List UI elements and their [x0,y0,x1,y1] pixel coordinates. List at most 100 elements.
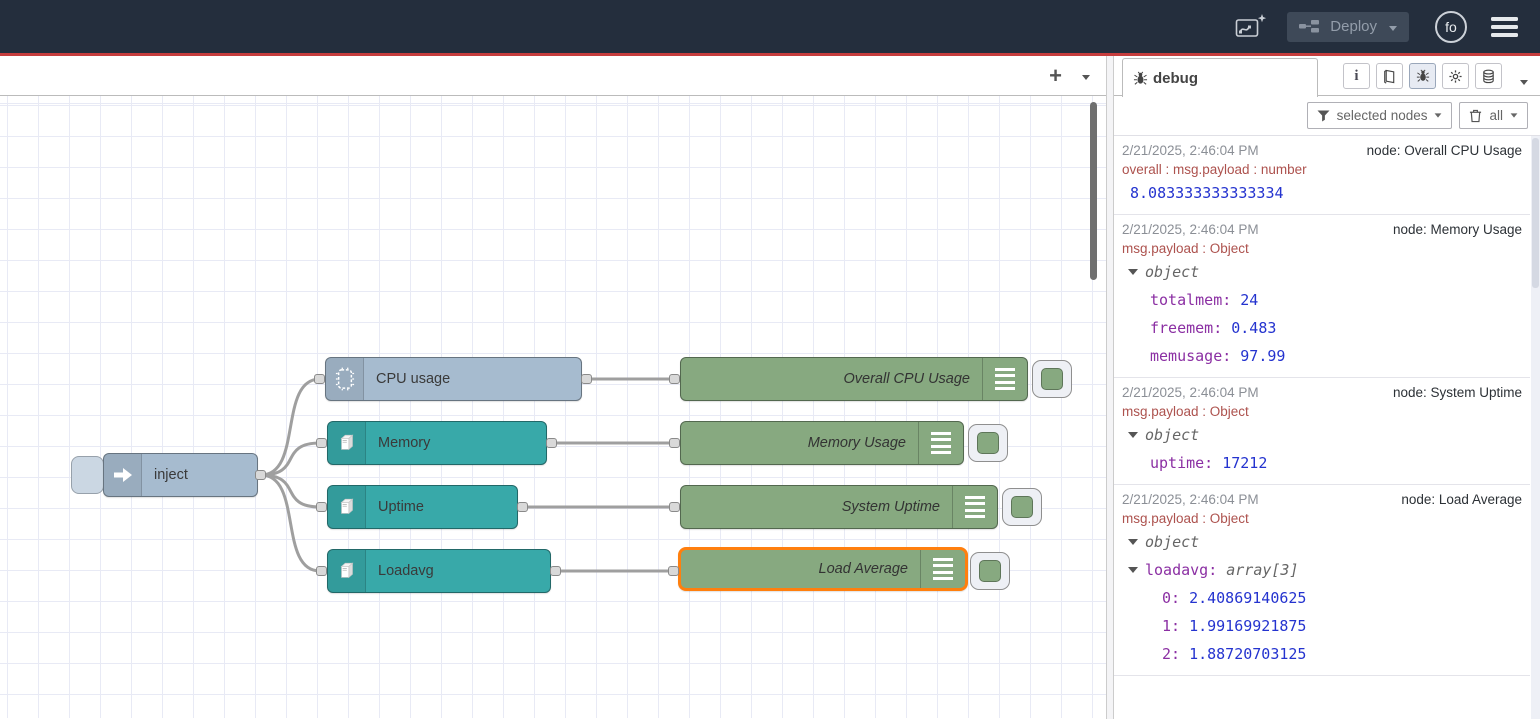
debug-enable-toggle[interactable] [968,424,1008,462]
inject-trigger-button[interactable] [71,456,104,494]
tab-context-button[interactable] [1475,63,1502,89]
info-icon: i [1354,68,1358,85]
node-label: CPU usage [364,358,581,400]
object-type: object [1145,258,1199,286]
object-key: uptime: [1150,449,1213,477]
input-port[interactable] [669,502,680,512]
collapse-caret-icon[interactable] [1128,432,1138,438]
add-flow-button[interactable]: + [1049,66,1062,86]
sidebar-scrollbar[interactable] [1531,136,1540,719]
message-source-node: node: Load Average [1401,490,1522,510]
gear-icon [1448,69,1463,84]
input-port[interactable] [669,374,680,384]
tab-debug-button[interactable] [1409,63,1436,89]
debug-console-icon [920,550,965,588]
node-debug-overall-cpu[interactable]: Overall CPU Usage [680,357,1028,401]
node-uptime[interactable]: Uptime [327,485,518,529]
output-port[interactable] [581,374,592,384]
canvas-column: + inject [0,56,1106,719]
debug-enable-toggle[interactable] [1002,488,1042,526]
node-debug-load-average[interactable]: Load Average [678,547,968,591]
tab-help-button[interactable] [1376,63,1403,89]
main-area: + inject [0,56,1540,719]
debug-enable-toggle[interactable] [1032,360,1072,398]
flow-list-caret[interactable] [1082,67,1090,85]
tab-config-button[interactable] [1442,63,1469,89]
user-avatar[interactable]: fo [1435,11,1467,43]
input-port[interactable] [668,566,679,576]
canvas-vertical-scrollbar[interactable] [1090,102,1097,280]
inject-arrow-icon [104,454,142,496]
input-port[interactable] [669,438,680,448]
tab-info-button[interactable]: i [1343,63,1370,89]
input-port[interactable] [316,566,327,576]
object-key: totalmem: [1150,286,1231,314]
filter-label: selected nodes [1337,108,1428,123]
database-icon [1481,69,1496,84]
input-port[interactable] [316,502,327,512]
message-value: 8.083333333333334 [1122,179,1522,207]
message-timestamp: 2/21/2025, 2:46:04 PM [1122,383,1259,403]
debug-message[interactable]: 2/21/2025, 2:46:04 PM node: Overall CPU … [1114,136,1530,215]
deploy-nodes-icon [1299,19,1321,34]
main-menu-icon[interactable] [1491,17,1518,37]
bug-icon [1416,69,1430,83]
node-memory[interactable]: Memory [327,421,547,465]
filter-nodes-button[interactable]: selected nodes [1307,102,1453,129]
wire[interactable] [261,475,320,507]
object-key: memusage: [1150,342,1231,370]
output-port[interactable] [255,470,266,480]
collapse-caret-icon[interactable] [1128,539,1138,545]
debug-enable-toggle[interactable] [970,552,1010,590]
filter-funnel-icon [1317,110,1330,122]
node-debug-memory-usage[interactable]: Memory Usage [680,421,964,465]
array-index: 0: [1162,584,1180,612]
array-index: 2: [1162,640,1180,668]
node-label: inject [142,454,257,496]
sidebar-menu-caret[interactable] [1520,72,1528,90]
debug-console-icon [982,358,1027,400]
array-value: 2.40869140625 [1189,584,1306,612]
message-source-node: node: System Uptime [1393,383,1522,403]
flow-assistant-icon[interactable] [1235,13,1267,40]
cpu-chip-icon [326,358,364,400]
message-source-node: node: Memory Usage [1393,220,1522,240]
node-label: Uptime [366,486,517,528]
array-type: array[3] [1226,556,1298,584]
server-tower-icon [328,422,366,464]
clear-messages-button[interactable]: all [1459,102,1528,129]
array-value: 1.99169921875 [1189,612,1306,640]
message-property: msg.payload : Object [1122,240,1522,258]
deploy-options-caret[interactable] [1389,18,1397,36]
bug-icon [1133,71,1148,86]
output-port[interactable] [517,502,528,512]
node-loadavg[interactable]: Loadavg [327,549,551,593]
collapse-caret-icon[interactable] [1128,269,1138,275]
trash-icon [1469,109,1482,123]
node-cpu-usage[interactable]: CPU usage [325,357,582,401]
object-value: 24 [1240,286,1258,314]
panel-resize-handle[interactable] [1106,56,1114,719]
message-timestamp: 2/21/2025, 2:46:04 PM [1122,490,1259,510]
debug-message[interactable]: 2/21/2025, 2:46:04 PM node: Memory Usage… [1114,215,1530,378]
node-label: Overall CPU Usage [681,358,982,400]
tab-debug[interactable]: debug [1122,58,1318,97]
node-label: Memory [366,422,546,464]
node-inject[interactable]: inject [103,453,258,497]
debug-message-list: 2/21/2025, 2:46:04 PM node: Overall CPU … [1114,135,1540,719]
deploy-button[interactable]: Deploy [1287,12,1409,42]
message-property: overall : msg.payload : number [1122,161,1522,179]
output-port[interactable] [550,566,561,576]
debug-message[interactable]: 2/21/2025, 2:46:04 PM node: System Uptim… [1114,378,1530,485]
input-port[interactable] [316,438,327,448]
node-debug-system-uptime[interactable]: System Uptime [680,485,998,529]
input-port[interactable] [314,374,325,384]
debug-message[interactable]: 2/21/2025, 2:46:04 PM node: Load Average… [1114,485,1530,676]
deploy-label: Deploy [1330,18,1377,35]
output-port[interactable] [546,438,557,448]
collapse-caret-icon[interactable] [1128,567,1138,573]
object-value: 97.99 [1240,342,1285,370]
flow-workspace[interactable]: inject CPU usage [0,96,1106,718]
wire[interactable] [261,443,320,475]
node-label: Load Average [681,550,920,588]
